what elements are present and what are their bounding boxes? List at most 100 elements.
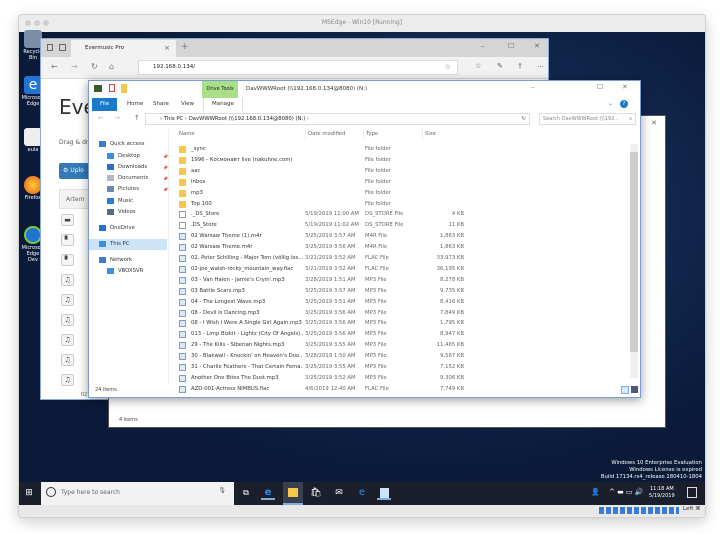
file-row[interactable]: Top 100 File folder [171,199,621,210]
nav-item-vboxsvr[interactable]: VBOXSVR [107,266,143,277]
scrollbar[interactable] [630,144,638,378]
file-row[interactable]: 31 - Charlie Feathers - That Certain Fem… [171,362,621,373]
tab-manage[interactable]: Manage [203,98,243,111]
favorite-star-icon[interactable]: ☆ [445,63,451,71]
details-view-icon[interactable] [621,386,629,394]
nav-item-music[interactable]: Music [107,196,133,207]
breadcrumb-drive[interactable]: DavWWWRoot (\\192.168.0.134@8080) (N:) [189,116,306,122]
task-view-icon[interactable]: ⧉ [239,486,253,500]
music-icon[interactable]: ♫ [61,294,74,306]
column-date[interactable]: Date modified [305,128,346,140]
close-icon[interactable]: ✕ [534,42,540,50]
file-row[interactable]: 03 Battle Scars.mp3 3/25/2019 3:57 AM MP3 … [171,286,621,297]
new-folder-icon[interactable] [121,84,127,93]
file-row[interactable]: 29 - The Kills - Siberian Nights.mp3 3/25… [171,340,621,351]
file-row[interactable]: .DS_Store 5/19/2019 11:02 AM DS_STORE File… [171,220,621,231]
folder-icon[interactable]: ▬ [61,214,74,226]
edge-dev-taskbar-icon[interactable]: e [355,486,369,500]
nav-item-network[interactable]: Network [99,255,132,266]
file-row[interactable]: ._DS_Store 5/19/2019 11:00 AM DS_STORE Fil… [171,209,621,220]
file-row[interactable]: 30 - Blakwall - Knockin' on Heaven's Doo… [171,351,621,362]
back-icon[interactable]: ← [51,62,58,71]
file-row[interactable]: aac File folder [171,166,621,177]
nav-item-onedrive[interactable]: OneDrive [99,223,135,234]
microphone-icon[interactable]: 🎙 [218,487,226,494]
tab-view[interactable]: View [173,98,202,111]
search-input[interactable]: Search DavWWWRoot (\\192... ⌕ [539,113,636,125]
file-row[interactable]: 04 - The Longest Wave.mp3 3/25/2019 3:51 … [171,297,621,308]
close-icon[interactable]: ✕ [651,119,657,127]
edge-taskbar-icon[interactable]: e [261,486,275,500]
nav-item-quick-access[interactable]: Quick access [99,139,145,150]
file-icon[interactable]: ▘ [61,254,74,266]
address-breadcrumb[interactable]: › This PC › DavWWWRoot (\\192.168.0.134@… [145,113,530,125]
nav-item-desktop[interactable]: Desktop 📌 [107,151,168,162]
music-icon[interactable]: ♫ [61,354,74,366]
file-row[interactable]: Inbox File folder [171,177,621,188]
file-row[interactable]: _sync File folder [171,144,621,155]
people-icon[interactable]: 👤 [591,488,600,496]
maximize-icon[interactable]: ☐ [597,83,603,91]
scrollbar-thumb[interactable] [630,152,638,352]
column-size[interactable]: Size [422,128,436,140]
new-tab-icon[interactable]: + [181,42,189,52]
help-icon[interactable]: ? [620,100,628,108]
minimize-icon[interactable]: – [531,83,535,91]
column-type[interactable]: Type [363,128,378,140]
file-row[interactable]: 02-joe_walsh-rocky_mountain_way.flac 3/21… [171,264,621,275]
music-icon[interactable]: ♫ [61,334,74,346]
file-row[interactable]: 02. Peter Schilling - Major Tom (völlig … [171,253,621,264]
file-row[interactable]: 08 - Devil Is Dancing.mp3 3/25/2019 3:56 … [171,308,621,319]
tab-preview-icon[interactable] [59,44,66,51]
refresh-icon[interactable]: ↻ [91,62,98,71]
tray-icons[interactable]: ^ ▬ ▭ 🔊 [609,488,643,496]
home-icon[interactable]: ⌂ [109,62,114,71]
nav-item-downloads[interactable]: Downloads 📌 [107,162,168,173]
file-icon[interactable]: ▘ [61,234,74,246]
file-row[interactable]: mp3 File folder [171,188,621,199]
vm-device-icons[interactable] [599,507,679,514]
file-row[interactable]: AZD-001-Actress NIMBUS.flac 4/6/2019 12:4… [171,384,621,395]
file-explorer-taskbar-icon[interactable] [283,482,303,505]
close-icon[interactable]: ✕ [622,83,628,91]
notes-icon[interactable]: ✎ [497,62,503,70]
start-windows-icon[interactable]: ⊞ [22,486,36,500]
file-row[interactable]: 02 Warsaw Theme (1).m4r 3/25/2019 3:57 AM… [171,231,621,242]
address-bar[interactable]: 192.168.0.134/ ☆ [138,60,458,75]
refresh-icon[interactable]: ↻ [522,114,526,125]
nav-item-this-pc[interactable]: This PC [89,239,167,250]
tab-file[interactable]: File [92,98,118,111]
store-icon[interactable]: 🛍 [309,486,323,500]
file-row[interactable]: 08 - I Wish I Were A Single Girl Again.m… [171,318,621,329]
breadcrumb-this-pc[interactable]: This PC [164,116,183,122]
tab-evermusic[interactable]: Evermusic Pro × [71,40,176,57]
mail-icon[interactable]: ✉ [332,486,346,500]
taskbar-search-input[interactable]: Type here to search 🎙 [41,482,234,505]
file-row[interactable]: 1996 - Космонавт live (nakuhne.com) File … [171,155,621,166]
expand-ribbon-icon[interactable]: ⌄ [608,100,613,107]
tabs-aside-icon[interactable] [47,44,53,51]
minimize-icon[interactable]: – [481,42,485,50]
music-icon[interactable]: ♫ [61,314,74,326]
file-row[interactable]: 03 - Van Halen - Jamie's Cryin'.mp3 3/28/… [171,275,621,286]
share-icon[interactable]: ⇪ [517,62,523,70]
properties-icon[interactable] [109,84,115,92]
column-name[interactable]: Name [179,128,195,140]
nav-item-documents[interactable]: Documents 📌 [107,173,168,184]
file-row[interactable]: Another One Bites The Dust.mp3 3/25/2019 … [171,373,621,384]
more-icon[interactable]: … [537,61,544,69]
notifications-icon[interactable] [687,487,697,498]
maximize-icon[interactable]: ☐ [508,42,514,50]
back-icon[interactable]: ← [98,114,104,122]
nav-item-pictures[interactable]: Pictures 📌 [107,184,168,195]
file-row[interactable]: 013 - Limp Bizkit - Lightz (City Of Ange… [171,329,621,340]
file-row[interactable]: 02 Warsaw Theme.m4r 3/25/2019 3:56 AM M4R … [171,242,621,253]
clock[interactable]: 11:18 AM 5/19/2019 [649,486,675,500]
favorites-icon[interactable]: ☆ [475,62,481,70]
large-icons-view-icon[interactable] [631,386,638,393]
app-taskbar-icon[interactable] [377,486,391,500]
forward-icon[interactable]: → [114,114,120,122]
up-icon[interactable]: ↑ [134,114,140,122]
nav-item-videos[interactable]: Videos [107,207,136,218]
music-icon[interactable]: ♫ [61,374,74,386]
